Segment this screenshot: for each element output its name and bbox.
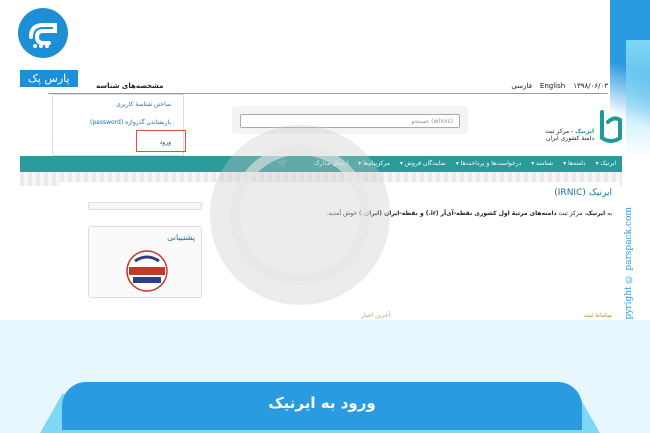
screenshot: پارس پک ۱۳۹۸/۰۶/۰۳ English فارسی مشخصه‌ه… <box>0 0 650 433</box>
date-text: ۱۳۹۸/۰۶/۰۳ <box>573 82 608 90</box>
nav-messages[interactable]: مرکزپیام‌ها ▾ <box>358 160 390 167</box>
lang-en-link[interactable]: English <box>540 82 565 90</box>
welcome-mid: ، مرکز ثبت <box>558 210 587 217</box>
live-help-offline-icon[interactable] <box>125 249 169 293</box>
side-bar-box <box>88 202 202 210</box>
irnic-logo-icon <box>600 110 622 143</box>
parspack-logo <box>18 8 68 58</box>
nav-resellers[interactable]: نمایندگان فروش ▾ <box>400 160 446 167</box>
corner-decoration-cyan <box>626 40 650 160</box>
logo-glyph-icon <box>29 23 57 48</box>
welcome-pre: به <box>607 210 612 217</box>
lang-fa-link[interactable]: فارسی <box>511 82 532 90</box>
create-account-item[interactable]: ساختن شناسهٔ کاربری <box>116 101 171 108</box>
support-title: پشتیبانی <box>167 233 195 242</box>
support-box: پشتیبانی <box>88 226 202 298</box>
login-highlight <box>136 130 186 152</box>
site-name: ایرنیک - مرکز ثبت دامنهٔ کشوری ایران <box>528 128 594 142</box>
banner-title: ورود به ایرنیک <box>268 394 376 412</box>
welcome-name: ایرنیک <box>586 210 606 217</box>
nav-domains[interactable]: دامنه‌ها ▾ <box>563 160 586 167</box>
account-menu[interactable]: مشخصه‌های شناسه <box>96 82 163 90</box>
topbar: ۱۳۹۸/۰۶/۰۳ English فارسی مشخصه‌های شناسه <box>48 80 608 94</box>
watermark-ring <box>230 145 370 285</box>
whois-search-input[interactable]: (whois) جستجو <box>240 114 460 128</box>
latest-news-link[interactable]: آخرین اخبار <box>361 312 390 319</box>
reset-password-item[interactable]: بازنشاندن گذرواژه (password) <box>90 119 171 126</box>
site-sub1: - مرکز ثبت <box>545 128 574 135</box>
registration-system-link[interactable]: سامانهٔ ثبت <box>584 312 612 319</box>
page-title: ایرنیک (IRNIC) <box>554 188 612 198</box>
site-sub2: دامنهٔ کشوری ایران <box>545 135 594 142</box>
nav-handle[interactable]: شناسه ▾ <box>531 160 553 167</box>
welcome-bold: دامنه‌های مرتبهٔ اول کشوری نقطه-آی‌آر (i… <box>359 210 557 217</box>
copyright-text: copyright © parspack.com <box>624 207 634 330</box>
nav-irnic[interactable]: ایرنیک ▾ <box>596 160 616 167</box>
site-name-bold: ایرنیک <box>575 128 594 135</box>
nav-requests[interactable]: درخواست‌ها و پرداخت‌ها ▾ <box>456 160 522 167</box>
